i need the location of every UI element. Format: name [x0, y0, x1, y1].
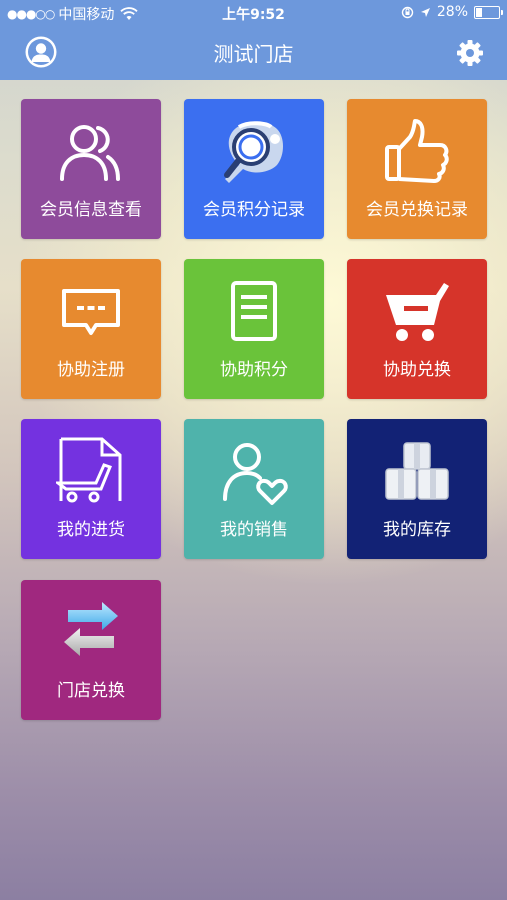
status-bar: ●●●○○ 中国移动 上午9:52 28%: [0, 0, 507, 26]
tile-assist-register[interactable]: 协助注册: [21, 259, 161, 399]
cart-invoice-icon: [56, 437, 122, 503]
navigation-bar: 测试门店: [0, 26, 507, 80]
exchange-arrows-icon: [64, 602, 118, 656]
boxes-icon: [385, 442, 449, 500]
tile-my-inventory[interactable]: 我的库存: [347, 419, 487, 559]
tile-label: 协助积分: [220, 360, 288, 380]
shopping-cart-icon: [386, 283, 449, 341]
rotation-lock-icon: [401, 6, 414, 18]
users-icon: [60, 125, 120, 181]
tile-member-points-record[interactable]: 会员积分记录: [184, 99, 324, 239]
tile-member-redeem-record[interactable]: 会员兑换记录: [347, 99, 487, 239]
tile-store-redeem[interactable]: 门店兑换: [21, 580, 161, 720]
tile-label: 会员信息查看: [40, 200, 142, 220]
document-icon: [231, 281, 277, 341]
battery-level-fill: [476, 7, 482, 17]
settings-button[interactable]: [455, 38, 485, 68]
tile-assist-points[interactable]: 协助积分: [184, 259, 324, 399]
tile-label: 协助兑换: [383, 360, 451, 380]
page-title: 测试门店: [213, 42, 294, 66]
battery-percent: 28%: [436, 4, 468, 20]
tile-label: 我的进货: [57, 520, 125, 540]
status-right: 28%: [401, 4, 503, 20]
tile-label: 会员积分记录: [203, 200, 305, 220]
tile-label: 我的库存: [383, 520, 451, 540]
battery-icon: [474, 5, 503, 19]
tile-my-purchase[interactable]: 我的进货: [21, 419, 161, 559]
user-heart-icon: [223, 443, 288, 505]
tile-label: 会员兑换记录: [366, 200, 468, 220]
thumbs-up-icon: [385, 119, 449, 183]
tile-member-info[interactable]: 会员信息查看: [21, 99, 161, 239]
tile-label: 门店兑换: [57, 681, 125, 701]
location-arrow-icon: [420, 7, 430, 17]
gear-icon: [457, 40, 483, 66]
chat-bubble-icon: [62, 289, 120, 335]
tile-assist-redeem[interactable]: 协助兑换: [347, 259, 487, 399]
search-points-icon: [224, 121, 283, 183]
tile-label: 协助注册: [57, 360, 125, 380]
tile-my-sales[interactable]: 我的销售: [184, 419, 324, 559]
tile-label: 我的销售: [220, 520, 288, 540]
